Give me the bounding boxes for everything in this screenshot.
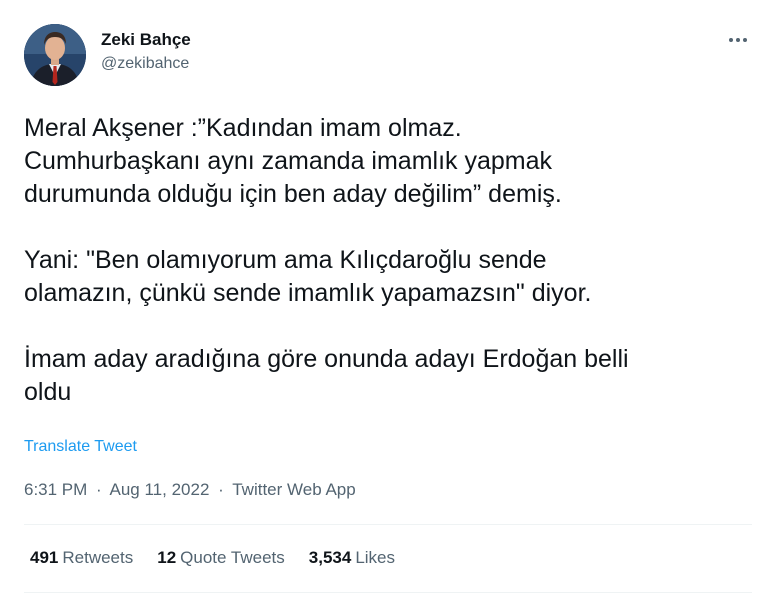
retweets-label: Retweets — [62, 548, 134, 567]
ellipsis-icon — [729, 38, 747, 42]
author-handle[interactable]: @zekibahce — [101, 53, 191, 75]
tweet-card: Zeki Bahçe @zekibahce Meral Akşener :”Ka… — [0, 0, 772, 597]
separator-dot: · — [218, 480, 224, 499]
tweet-paragraph: Meral Akşener :”Kadından imam olmaz. Cum… — [24, 114, 562, 208]
retweets-count: 491 — [30, 548, 59, 567]
likes-stat[interactable]: 3,534 Likes — [309, 548, 395, 568]
retweets-stat[interactable]: 491 Retweets — [30, 548, 133, 568]
likes-label: Likes — [355, 548, 395, 567]
author-info[interactable]: Zeki Bahçe @zekibahce — [101, 29, 191, 75]
tweet-source[interactable]: Twitter Web App — [232, 480, 355, 499]
quote-tweets-stat[interactable]: 12 Quote Tweets — [157, 548, 285, 568]
separator-dot: · — [96, 480, 102, 499]
tweet-paragraph: İmam aday aradığına göre onunda adayı Er… — [24, 345, 629, 406]
avatar[interactable] — [24, 24, 86, 86]
quote-tweets-label: Quote Tweets — [180, 548, 285, 567]
tweet-date[interactable]: Aug 11, 2022 — [110, 480, 210, 499]
tweet-time[interactable]: 6:31 PM — [24, 480, 87, 499]
engagement-stats: 491 Retweets 12 Quote Tweets 3,534 Likes — [30, 548, 395, 568]
tweet-text: Meral Akşener :”Kadından imam olmaz. Cum… — [24, 112, 744, 409]
author-display-name[interactable]: Zeki Bahçe — [101, 29, 191, 51]
divider — [24, 592, 752, 593]
quote-tweets-count: 12 — [157, 548, 177, 567]
more-options-button[interactable] — [726, 28, 750, 52]
translate-tweet-link[interactable]: Translate Tweet — [24, 438, 137, 456]
tweet-metadata: 6:31 PM · Aug 11, 2022 · Twitter Web App — [24, 480, 356, 500]
divider — [24, 524, 752, 525]
tweet-paragraph: Yani: "Ben olamıyorum ama Kılıçdaroğlu s… — [24, 246, 592, 307]
avatar-image — [24, 24, 86, 86]
likes-count: 3,534 — [308, 548, 352, 567]
